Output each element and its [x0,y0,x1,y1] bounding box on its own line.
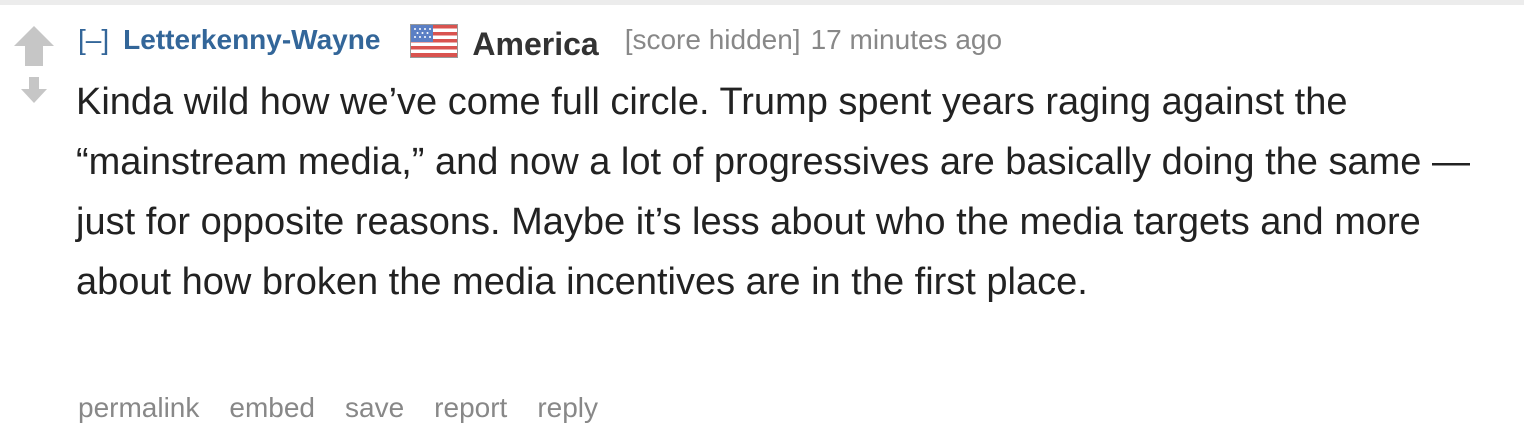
top-divider [0,0,1524,5]
permalink-link[interactable]: permalink [78,392,199,424]
score-label: [score hidden] [624,24,801,55]
comment-tagline: [–] Letterkenny-Wayne America [score hid… [78,20,1003,62]
reply-link[interactable]: reply [537,392,598,424]
save-link[interactable]: save [345,392,404,424]
vote-controls [12,24,56,114]
us-flag-icon [410,24,459,58]
user-flair: America [472,25,599,62]
report-link[interactable]: report [434,392,507,424]
comment-body: Kinda wild how we’ve come full circle. T… [76,81,1470,303]
comment-actions: permalink embed save report reply [78,392,628,424]
downvote-arrow-icon[interactable] [20,76,48,104]
collapse-toggle[interactable]: [–] [78,24,109,56]
author-link[interactable]: Letterkenny-Wayne [123,24,380,56]
embed-link[interactable]: embed [229,392,315,424]
upvote-arrow-icon[interactable] [12,24,56,68]
timestamp: 17 minutes ago [810,24,1003,55]
